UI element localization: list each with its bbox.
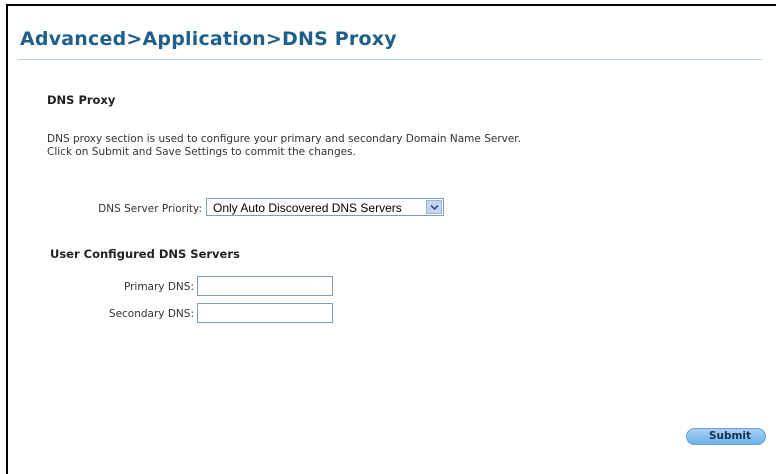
secondary-dns-label: Secondary DNS: [108, 308, 194, 320]
secondary-dns-input[interactable] [197, 303, 333, 323]
chevron-down-icon [430, 204, 439, 211]
dns-server-priority-value: Only Auto Discovered DNS Servers [213, 201, 402, 215]
primary-dns-label: Primary DNS: [123, 281, 194, 293]
title-divider [18, 59, 762, 60]
dropdown-arrow-button[interactable] [426, 200, 442, 214]
user-dns-heading: User Configured DNS Servers [50, 247, 240, 261]
content-frame [6, 4, 776, 474]
submit-button[interactable]: Submit [686, 428, 766, 445]
section-description-line1: DNS proxy section is used to configure y… [47, 133, 521, 145]
dns-server-priority-label: DNS Server Priority: [98, 203, 202, 215]
primary-dns-input[interactable] [197, 276, 333, 296]
page-title: Advanced>Application>DNS Proxy [20, 28, 397, 50]
section-description-line2: Click on Submit and Save Settings to com… [47, 146, 356, 158]
dns-server-priority-select[interactable]: Only Auto Discovered DNS Servers [206, 198, 444, 216]
section-heading: DNS Proxy [47, 93, 116, 107]
